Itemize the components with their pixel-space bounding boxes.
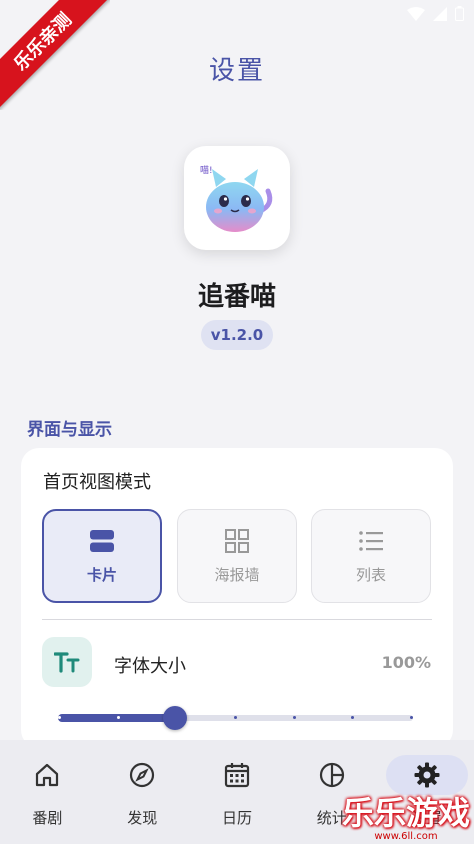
signal-icon: [433, 6, 447, 21]
app-icon: 喵!: [184, 146, 290, 250]
display-settings-card: 首页视图模式 卡片 海报墙 列表 字体大小 100%: [21, 448, 453, 748]
nav-item-settings[interactable]: 设置: [379, 740, 474, 844]
card-view-icon: [90, 529, 114, 552]
text-size-icon: [54, 652, 80, 673]
nav-item-anime[interactable]: 番剧: [0, 740, 95, 844]
nav-label: 设置: [411, 809, 442, 827]
bottom-nav: 番剧 发现 日历 统计 设置: [0, 740, 474, 844]
app-name: 追番喵: [197, 282, 276, 312]
cat-mascot-icon: 喵!: [200, 165, 273, 232]
nav-label: 发现: [127, 809, 158, 827]
view-mode-label: 卡片: [86, 565, 117, 584]
nav-item-calendar[interactable]: 日历: [190, 740, 285, 844]
font-size-icon: [42, 637, 92, 687]
view-mode-poster-button[interactable]: 海报墙: [177, 509, 297, 603]
font-size-label: 字体大小: [114, 656, 186, 677]
list-view-icon: [359, 530, 383, 551]
nav-label: 日历: [221, 809, 252, 827]
home-icon: [36, 763, 59, 787]
font-size-slider[interactable]: [58, 706, 413, 730]
font-size-value: 100%: [381, 653, 431, 672]
cat-speech-text: 喵!: [200, 165, 213, 176]
view-mode-list-button[interactable]: 列表: [311, 509, 431, 603]
slider-tick: [58, 716, 61, 719]
wifi-icon: [407, 6, 425, 21]
view-mode-label: 海报墙: [214, 565, 260, 584]
page-title: 设置: [208, 56, 265, 86]
nav-item-discover[interactable]: 发现: [95, 740, 190, 844]
slider-tick: [234, 716, 237, 719]
view-mode-label: 列表: [355, 565, 386, 584]
divider: [42, 619, 432, 620]
grid-view-icon: [225, 528, 249, 553]
nav-label: 统计: [316, 809, 347, 827]
slider-tick: [292, 716, 296, 719]
slider-tick: [410, 716, 413, 719]
view-mode-title: 首页视图模式: [43, 472, 151, 493]
slider-thumb[interactable]: [163, 706, 188, 730]
view-mode-card-button[interactable]: 卡片: [42, 509, 162, 603]
status-bar: [407, 6, 464, 21]
version-badge: v1.2.0: [201, 320, 273, 350]
gear-icon: [414, 762, 440, 788]
nav-label: 番剧: [32, 809, 63, 827]
pie-chart-icon: [319, 762, 344, 788]
section-label: 界面与显示: [27, 420, 112, 440]
calendar-icon: [224, 763, 250, 788]
slider-tick: [116, 716, 120, 719]
battery-icon: [455, 6, 464, 21]
nav-item-stats[interactable]: 统计: [284, 740, 379, 844]
compass-icon: [130, 762, 155, 788]
